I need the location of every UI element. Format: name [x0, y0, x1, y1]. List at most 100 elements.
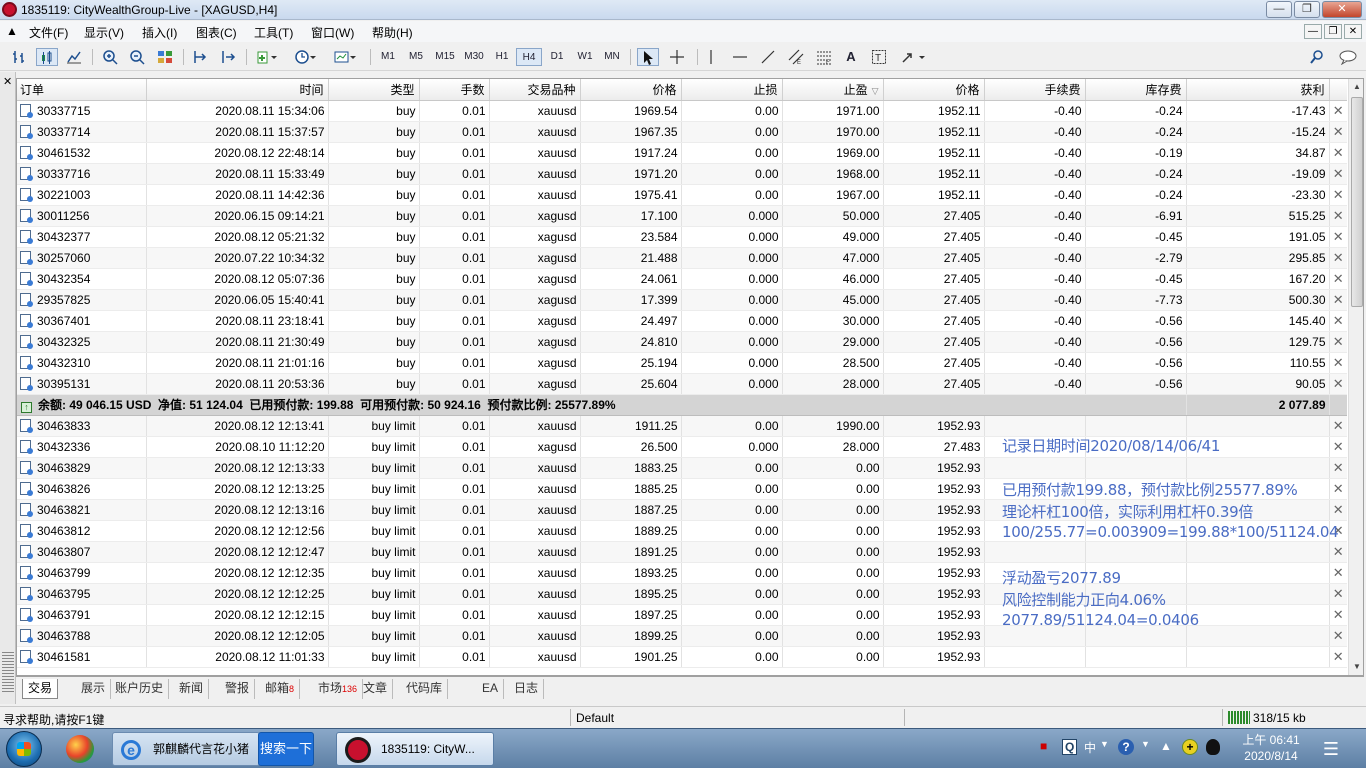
- indicators-icon[interactable]: [253, 48, 281, 66]
- fibonacci-icon[interactable]: F: [813, 48, 835, 66]
- position-row[interactable]: 30367401 2020.08.11 23:18:41 buy 0.01 xagusd…: [17, 310, 1347, 332]
- col-commission[interactable]: 手续费: [984, 79, 1086, 101]
- period-h4[interactable]: H4: [516, 48, 542, 66]
- col-take-profit[interactable]: 止盈 ▽: [782, 79, 884, 101]
- position-row[interactable]: 30432325 2020.08.11 21:30:49 buy 0.01 xagusd…: [17, 331, 1347, 353]
- tab-0[interactable]: 交易: [22, 679, 59, 699]
- clock[interactable]: 上午 06:41 2020/8/14: [1236, 732, 1306, 764]
- zoom-out-icon[interactable]: [127, 48, 147, 66]
- periods-clock-icon[interactable]: [290, 48, 320, 66]
- pinned-app-icon[interactable]: [66, 735, 94, 763]
- close-position-icon[interactable]: ✕: [1329, 121, 1347, 143]
- taskbar-ie-item[interactable]: e 郭麒麟代言花小猪: [112, 732, 260, 766]
- tab-9[interactable]: EA: [477, 679, 505, 699]
- close-order-icon[interactable]: ✕: [1329, 604, 1347, 626]
- close-order-icon[interactable]: ✕: [1329, 562, 1347, 584]
- position-row[interactable]: 30395131 2020.08.11 20:53:36 buy 0.01 xagusd…: [17, 373, 1347, 395]
- vertical-line-icon[interactable]: [703, 48, 719, 66]
- taskbar-search-button[interactable]: 搜索一下: [258, 732, 314, 766]
- col-time[interactable]: 时间: [146, 79, 329, 101]
- close-position-icon[interactable]: ✕: [1329, 289, 1347, 311]
- line-chart-icon[interactable]: [64, 48, 84, 66]
- position-row[interactable]: 30257060 2020.07.22 10:34:32 buy 0.01 xagusd…: [17, 247, 1347, 269]
- close-order-icon[interactable]: ✕: [1329, 583, 1347, 605]
- close-position-icon[interactable]: ✕: [1329, 100, 1347, 122]
- menu-file[interactable]: 文件(F): [29, 24, 68, 41]
- position-row[interactable]: 30337715 2020.08.11 15:34:06 buy 0.01 xauusd…: [17, 100, 1347, 122]
- position-row[interactable]: 30432377 2020.08.12 05:21:32 buy 0.01 xagusd…: [17, 226, 1347, 248]
- col-profit[interactable]: 获利: [1186, 79, 1330, 101]
- text-label-icon[interactable]: T: [868, 48, 890, 66]
- pending-order-row[interactable]: 30463829 2020.08.12 12:13:33 buy limit 0.01…: [17, 457, 1347, 479]
- scroll-down-icon[interactable]: ▼: [1349, 659, 1363, 675]
- search-icon[interactable]: [1306, 48, 1328, 66]
- tray-lang-arrow-icon[interactable]: ▼: [1100, 739, 1109, 749]
- mdi-restore-button[interactable]: ❐: [1324, 24, 1342, 39]
- tab-10[interactable]: 日志: [509, 679, 545, 699]
- tray-pdf-icon[interactable]: ■: [1040, 739, 1047, 753]
- pending-order-row[interactable]: 30463799 2020.08.12 12:12:35 buy limit 0.01…: [17, 562, 1347, 584]
- tab-3[interactable]: 新闻: [174, 679, 210, 699]
- menu-tools[interactable]: 工具(T): [254, 24, 293, 41]
- close-position-icon[interactable]: ✕: [1329, 142, 1347, 164]
- close-position-icon[interactable]: ✕: [1329, 331, 1347, 353]
- candlestick-icon[interactable]: [36, 48, 58, 66]
- zoom-in-icon[interactable]: [100, 48, 120, 66]
- crosshair-icon[interactable]: [666, 48, 688, 66]
- scroll-thumb[interactable]: [1351, 97, 1363, 307]
- close-order-icon[interactable]: ✕: [1329, 625, 1347, 647]
- col-volume[interactable]: 手数: [419, 79, 490, 101]
- period-h1[interactable]: H1: [489, 48, 515, 66]
- close-position-icon[interactable]: ✕: [1329, 163, 1347, 185]
- menu-file-icon[interactable]: ▲: [6, 24, 18, 38]
- tile-windows-icon[interactable]: [155, 48, 175, 66]
- close-button[interactable]: ✕: [1322, 1, 1362, 18]
- network-icon[interactable]: ▲: [1160, 739, 1172, 753]
- toolbox-grip-icon[interactable]: [2, 652, 14, 692]
- close-order-icon[interactable]: ✕: [1329, 478, 1347, 500]
- toolbox-close-icon[interactable]: ✕: [3, 75, 12, 88]
- position-row[interactable]: 30011256 2020.06.15 09:14:21 buy 0.01 xagusd…: [17, 205, 1347, 227]
- tray-q-icon[interactable]: Q: [1062, 739, 1078, 755]
- col-stop-loss[interactable]: 止损: [681, 79, 783, 101]
- menu-help[interactable]: 帮助(H): [372, 24, 413, 41]
- close-position-icon[interactable]: ✕: [1329, 184, 1347, 206]
- period-m5[interactable]: M5: [403, 48, 429, 66]
- close-position-icon[interactable]: ✕: [1329, 310, 1347, 332]
- tab-8[interactable]: 代码库: [401, 679, 449, 699]
- period-m15[interactable]: M15: [431, 48, 459, 66]
- close-position-icon[interactable]: ✕: [1329, 352, 1347, 374]
- pending-order-row[interactable]: 30461581 2020.08.12 11:01:33 buy limit 0.01…: [17, 646, 1347, 668]
- tray-arrow-icon[interactable]: ▼: [1141, 739, 1150, 749]
- close-order-icon[interactable]: ✕: [1329, 436, 1347, 458]
- arrows-icon[interactable]: [897, 48, 931, 66]
- position-row[interactable]: 30432310 2020.08.11 21:01:16 buy 0.01 xagusd…: [17, 352, 1347, 374]
- tab-4[interactable]: 警报: [220, 679, 256, 699]
- equidistant-channel-icon[interactable]: E: [785, 48, 807, 66]
- period-m30[interactable]: M30: [460, 48, 488, 66]
- text-icon[interactable]: A: [841, 48, 861, 66]
- scroll-up-icon[interactable]: ▲: [1349, 79, 1363, 95]
- auto-scroll-icon[interactable]: [218, 48, 238, 66]
- close-position-icon[interactable]: ✕: [1329, 247, 1347, 269]
- tray-lang[interactable]: 中: [1084, 739, 1096, 756]
- period-w1[interactable]: W1: [572, 48, 598, 66]
- horizontal-line-icon[interactable]: [729, 48, 751, 66]
- menu-insert[interactable]: 插入(I): [142, 24, 177, 41]
- position-row[interactable]: 30337714 2020.08.11 15:37:57 buy 0.01 xauusd…: [17, 121, 1347, 143]
- tab-2[interactable]: 账户历史: [110, 679, 170, 699]
- col-type[interactable]: 类型: [328, 79, 420, 101]
- chart-shift-icon[interactable]: [190, 48, 210, 66]
- position-row[interactable]: 30432354 2020.08.12 05:07:36 buy 0.01 xagusd…: [17, 268, 1347, 290]
- taskbar-mt-item[interactable]: 1835119: CityW...: [336, 732, 494, 766]
- qq-icon[interactable]: [1206, 739, 1220, 755]
- period-mn[interactable]: MN: [599, 48, 625, 66]
- close-order-icon[interactable]: ✕: [1329, 541, 1347, 563]
- period-d1[interactable]: D1: [544, 48, 570, 66]
- col-order[interactable]: 订单: [17, 79, 147, 101]
- position-row[interactable]: 29357825 2020.06.05 15:40:41 buy 0.01 xagusd…: [17, 289, 1347, 311]
- tab-5[interactable]: 邮箱8: [260, 679, 301, 699]
- period-m1[interactable]: M1: [375, 48, 401, 66]
- tray-plus-icon[interactable]: +: [1182, 739, 1198, 755]
- vertical-scrollbar[interactable]: ▲ ▼: [1348, 79, 1363, 675]
